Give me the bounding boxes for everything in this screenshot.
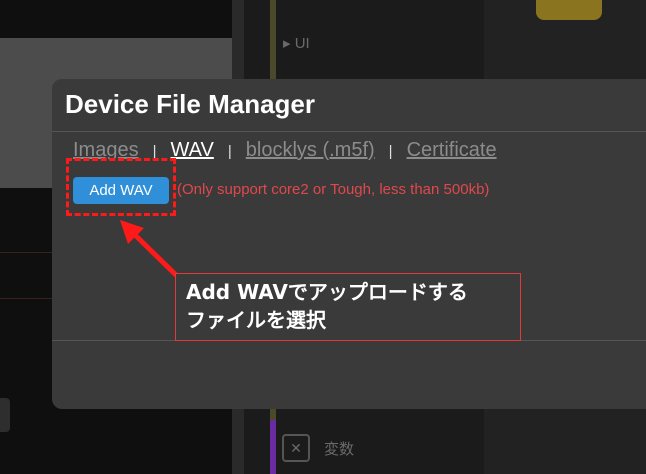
background-category-ui: ▸ UI	[283, 34, 310, 52]
tab-wav[interactable]: WAV	[171, 139, 214, 162]
annotation-callout: Add WAVでアップロードする ファイルを選択	[175, 273, 521, 341]
background-chip	[0, 398, 10, 432]
background-block	[536, 0, 602, 20]
caret-right-icon: ▸	[283, 35, 291, 52]
background-category-variables: ✕ 変数	[282, 428, 382, 468]
device-file-manager-dialog: Device File Manager Images | WAV | block…	[52, 79, 646, 409]
tab-blocklys[interactable]: blocklys (.m5f)	[246, 139, 375, 162]
tab-separator: |	[227, 143, 232, 160]
background-category-stripe-variables	[270, 420, 276, 474]
upload-limit-hint: (Only support core2 or Tough, less than …	[177, 181, 490, 198]
tab-certificate[interactable]: Certificate	[407, 139, 497, 162]
background-category-ui-label: UI	[294, 35, 310, 52]
dialog-title: Device File Manager	[65, 89, 315, 119]
x-variable-icon: ✕	[282, 434, 310, 462]
header-divider	[52, 131, 646, 132]
highlight-box	[66, 158, 176, 216]
background-category-variables-label: 変数	[324, 439, 355, 458]
tab-separator: |	[388, 143, 393, 160]
